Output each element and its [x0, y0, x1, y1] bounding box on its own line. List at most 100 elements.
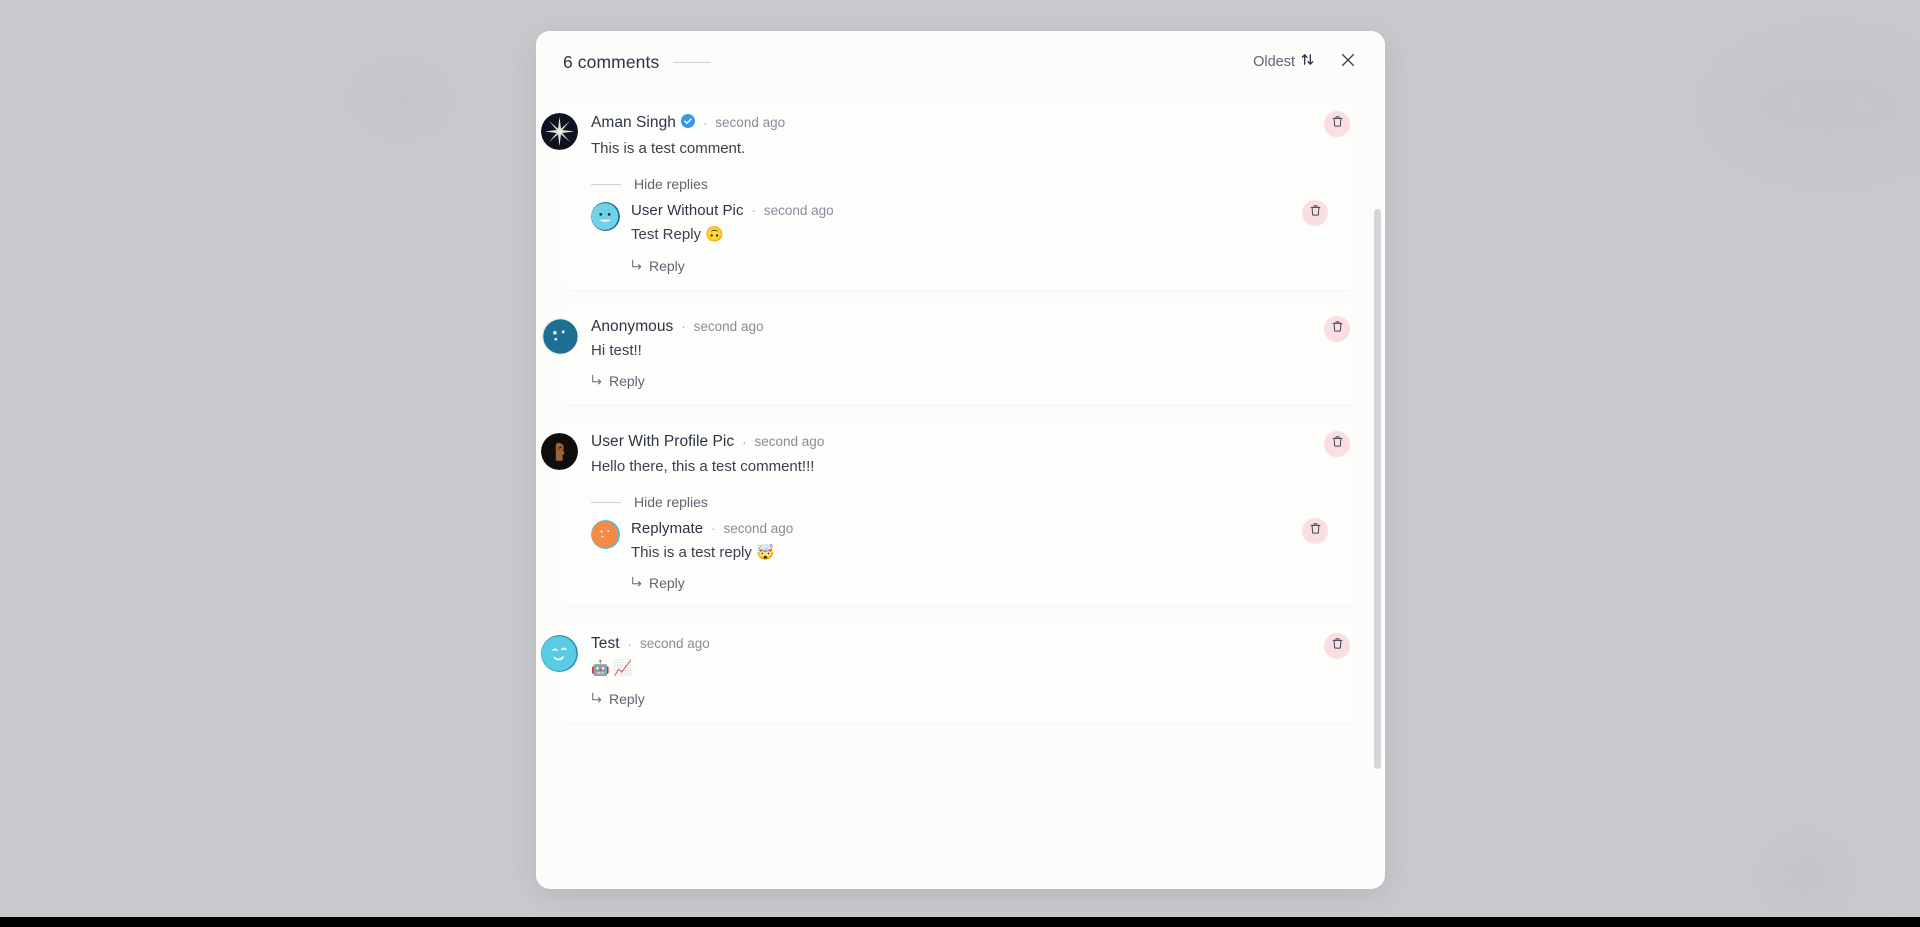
reply-body: User Without Pic · second ago Test Reply…: [631, 202, 1314, 275]
comments-modal: 6 comments Oldest Aman Singh · second ag…: [536, 31, 1385, 889]
delete-comment-button[interactable]: [1324, 431, 1350, 458]
reply-button-label: Reply: [609, 373, 645, 390]
comment-body: Test · second ago 🤖 📈 Reply: [591, 635, 1336, 709]
comment-meta: Aman Singh · second ago: [591, 114, 1336, 132]
hide-replies-dash: [591, 501, 621, 503]
hide-replies-label: Hide replies: [634, 176, 708, 193]
reply-meta: User Without Pic · second ago: [631, 203, 1314, 218]
comments-list: Aman Singh · second ago This is a test c…: [536, 101, 1358, 749]
replies-list: Replymate · second ago This is a test re…: [591, 518, 1336, 593]
comment-author[interactable]: User With Profile Pic: [591, 434, 734, 450]
comment-timestamp: second ago: [715, 115, 786, 131]
trash-icon: [1331, 115, 1344, 133]
bottom-edge-bar: [0, 917, 1920, 927]
comment-text: Hi test!!: [591, 342, 642, 359]
reply-item: User Without Pic · second ago Test Reply…: [591, 200, 1336, 275]
avatar: [541, 317, 578, 355]
meta-separator: ·: [681, 318, 686, 334]
meta-separator: ·: [742, 434, 747, 450]
backdrop-blob: [355, 78, 447, 120]
reply-button[interactable]: Reply: [591, 691, 645, 707]
trash-icon: [1331, 320, 1344, 338]
comments-scroll-area[interactable]: Aman Singh · second ago This is a test c…: [536, 93, 1385, 889]
reply-button-label: Reply: [649, 257, 685, 274]
reply-timestamp: second ago: [723, 520, 794, 536]
comment-item: Test · second ago 🤖 📈 Reply: [541, 633, 1358, 709]
comment-thread: Test · second ago 🤖 📈 Reply: [541, 623, 1358, 723]
hide-replies-dash: [591, 183, 621, 185]
comment-author[interactable]: Test: [591, 636, 620, 652]
comment-author[interactable]: Aman Singh: [591, 115, 676, 131]
sort-arrows-icon: [1300, 52, 1315, 72]
reply-timestamp: second ago: [763, 203, 834, 218]
comment-item: User With Profile Pic · second ago Hello…: [541, 431, 1358, 593]
reply-arrow-icon: [591, 691, 603, 707]
reply-arrow-icon: [631, 258, 643, 274]
sort-order-label: Oldest: [1253, 54, 1295, 70]
reply-button[interactable]: Reply: [631, 258, 685, 274]
reply-item: Replymate · second ago This is a test re…: [591, 518, 1336, 593]
reply-author[interactable]: Replymate: [631, 521, 703, 536]
reply-button-label: Reply: [609, 691, 645, 707]
hide-replies-toggle[interactable]: Hide replies: [591, 494, 1336, 510]
verified-badge-icon: [680, 114, 695, 132]
reply-meta: Replymate · second ago: [631, 521, 1314, 536]
sort-order-button[interactable]: Oldest: [1249, 49, 1319, 75]
page-title: 6 comments: [563, 51, 660, 72]
avatar: [541, 113, 578, 150]
reply-button[interactable]: Reply: [591, 373, 645, 389]
avatar: [591, 520, 620, 549]
comment-meta: User With Profile Pic · second ago: [591, 434, 1336, 450]
modal-header: 6 comments Oldest: [536, 31, 1385, 93]
replies-list: User Without Pic · second ago Test Reply…: [591, 200, 1336, 275]
comment-author[interactable]: Anonymous: [591, 318, 673, 335]
title-divider: [673, 61, 712, 63]
trash-icon: [1309, 522, 1322, 540]
avatar: [591, 202, 620, 232]
close-modal-button[interactable]: [1335, 49, 1361, 75]
delete-comment-button[interactable]: [1324, 111, 1350, 137]
reply-button-label: Reply: [649, 575, 685, 592]
delete-comment-button[interactable]: [1324, 315, 1350, 342]
scrollbar-track[interactable]: [1374, 151, 1383, 889]
comment-timestamp: second ago: [693, 318, 764, 334]
avatar: [541, 433, 578, 471]
reply-text: Test Reply 🙃: [631, 226, 724, 244]
close-icon: [1340, 52, 1356, 73]
meta-separator: ·: [751, 203, 756, 219]
comment-item: Aman Singh · second ago This is a test c…: [541, 111, 1358, 276]
comment-thread: Anonymous · second ago Hi test!! Reply: [541, 305, 1358, 406]
comment-item: Anonymous · second ago Hi test!! Reply: [541, 315, 1358, 392]
comment-timestamp: second ago: [639, 636, 710, 652]
meta-separator: ·: [711, 521, 716, 536]
reply-arrow-icon: [591, 373, 603, 389]
avatar: [541, 635, 578, 673]
reply-text: This is a test reply 🤯: [631, 544, 775, 561]
reply-author[interactable]: User Without Pic: [631, 203, 744, 218]
meta-separator: ·: [702, 115, 708, 131]
trash-icon: [1331, 435, 1344, 453]
comment-body: Anonymous · second ago Hi test!! Reply: [591, 318, 1336, 392]
delete-reply-button[interactable]: [1302, 200, 1328, 227]
scrollbar-thumb[interactable]: [1374, 209, 1381, 769]
comment-meta: Anonymous · second ago: [591, 318, 1336, 335]
comment-body: Aman Singh · second ago This is a test c…: [591, 113, 1336, 276]
comment-meta: Test · second ago: [591, 636, 1336, 652]
trash-icon: [1309, 204, 1322, 222]
comment-text: 🤖 📈: [591, 659, 633, 677]
reply-button[interactable]: Reply: [631, 575, 685, 591]
reply-body: Replymate · second ago This is a test re…: [631, 520, 1314, 593]
backdrop-blob: [1770, 845, 1840, 907]
delete-comment-button[interactable]: [1324, 633, 1350, 660]
comment-text: Hello there, this a test comment!!!: [591, 457, 815, 475]
comment-text: This is a test comment.: [591, 140, 746, 157]
hide-replies-toggle[interactable]: Hide replies: [591, 176, 1336, 192]
comment-thread: Aman Singh · second ago This is a test c…: [541, 101, 1358, 290]
hide-replies-label: Hide replies: [634, 494, 708, 510]
reply-arrow-icon: [631, 575, 643, 591]
comment-thread: User With Profile Pic · second ago Hello…: [541, 421, 1358, 608]
comment-timestamp: second ago: [754, 434, 825, 450]
comment-body: User With Profile Pic · second ago Hello…: [591, 433, 1336, 593]
meta-separator: ·: [627, 636, 632, 652]
delete-reply-button[interactable]: [1302, 518, 1328, 544]
